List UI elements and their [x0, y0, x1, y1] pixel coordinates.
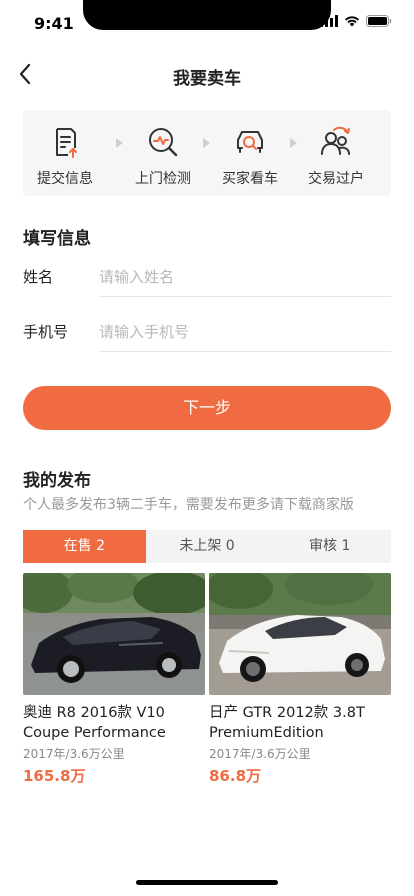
tab-off-shelf[interactable]: 未上架 0	[146, 530, 269, 563]
notch	[83, 0, 331, 30]
car-photo	[209, 573, 391, 695]
step-arrow-icon	[203, 138, 210, 148]
car-price: 86.8万	[209, 767, 262, 785]
step-submit-info: 提交信息	[25, 124, 105, 188]
car-search-icon	[237, 131, 263, 153]
tab-on-sale[interactable]: 在售 2	[23, 530, 146, 563]
listing-tabs: 在售 2 未上架 0 审核 1	[23, 530, 391, 563]
next-step-button[interactable]: 下一步	[23, 386, 391, 430]
car-meta: 2017年/3.6万公里	[209, 747, 311, 761]
car-title: 日产 GTR 2012款 3.8T PremiumEdition	[209, 705, 365, 741]
step-label: 交易过户	[308, 171, 364, 187]
home-indicator	[136, 880, 278, 885]
nav-bar: 我要卖车	[0, 44, 414, 104]
phone-label: 手机号	[23, 323, 69, 341]
name-row: 姓名	[23, 257, 391, 297]
tab-under-review[interactable]: 审核 1	[268, 530, 391, 563]
wifi-icon	[345, 16, 359, 27]
step-label: 提交信息	[37, 171, 93, 187]
car-card[interactable]: 奥迪 R8 2016款 V10 Coupe Performance 2017年/…	[23, 573, 205, 786]
step-label: 上门检测	[135, 171, 191, 187]
step-arrow-icon	[116, 138, 123, 148]
car-meta: 2017年/3.6万公里	[23, 747, 125, 761]
document-upload-icon	[56, 128, 77, 158]
step-buyer-viewing: 买家看车	[210, 124, 290, 188]
car-photo	[23, 573, 205, 695]
process-steps: 提交信息 上门检测 买家看车 交易过户	[23, 110, 391, 196]
name-input[interactable]	[99, 257, 391, 297]
page-title: 我要卖车	[173, 69, 241, 89]
inspect-magnifier-icon	[149, 128, 178, 157]
signal-icon	[320, 15, 338, 27]
step-inspection: 上门检测	[123, 124, 203, 188]
step-transfer: 交易过户	[296, 124, 376, 188]
form-title: 填写信息	[23, 229, 91, 249]
step-label: 买家看车	[222, 171, 278, 187]
phone-input[interactable]	[99, 312, 391, 352]
battery-icon	[366, 15, 392, 27]
car-price: 165.8万	[23, 767, 86, 785]
users-transfer-icon	[321, 126, 350, 155]
phone-row: 手机号	[23, 312, 391, 352]
my-listings-subtitle: 个人最多发布3辆二手车，需要发布更多请下载商家版	[23, 497, 354, 513]
status-icons	[320, 15, 392, 27]
status-time: 9:41	[34, 14, 74, 33]
car-title: 奥迪 R8 2016款 V10 Coupe Performance	[23, 705, 166, 741]
car-card[interactable]: 日产 GTR 2012款 3.8T PremiumEdition 2017年/3…	[209, 573, 391, 786]
name-label: 姓名	[23, 268, 54, 286]
my-listings-title: 我的发布	[23, 471, 91, 491]
status-bar: 9:41	[0, 0, 414, 44]
